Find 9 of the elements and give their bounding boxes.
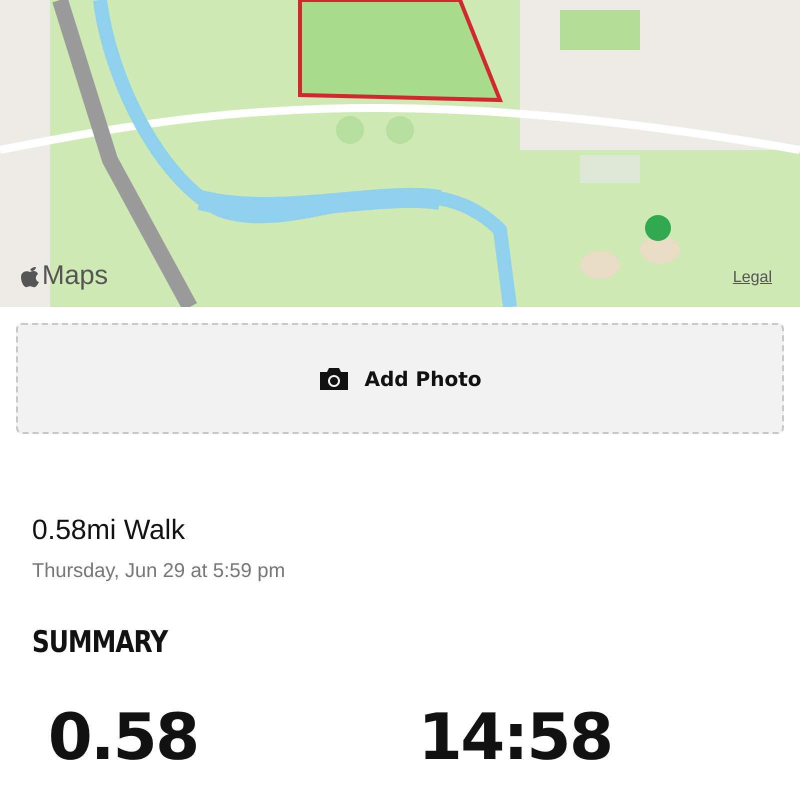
activity-title: 0.58mi Walk	[32, 514, 186, 546]
stat-value: 14:58	[418, 706, 613, 770]
legal-link[interactable]: Legal	[732, 269, 772, 287]
add-photo-button[interactable]: Add Photo	[16, 323, 784, 434]
summary-heading: SUMMARY	[32, 625, 170, 660]
activity-date: Thursday, Jun 29 at 5:59 pm	[32, 560, 286, 583]
stat-value: 0.58	[48, 706, 199, 770]
camera-icon	[318, 366, 350, 390]
maps-attribution: Maps	[42, 260, 108, 291]
